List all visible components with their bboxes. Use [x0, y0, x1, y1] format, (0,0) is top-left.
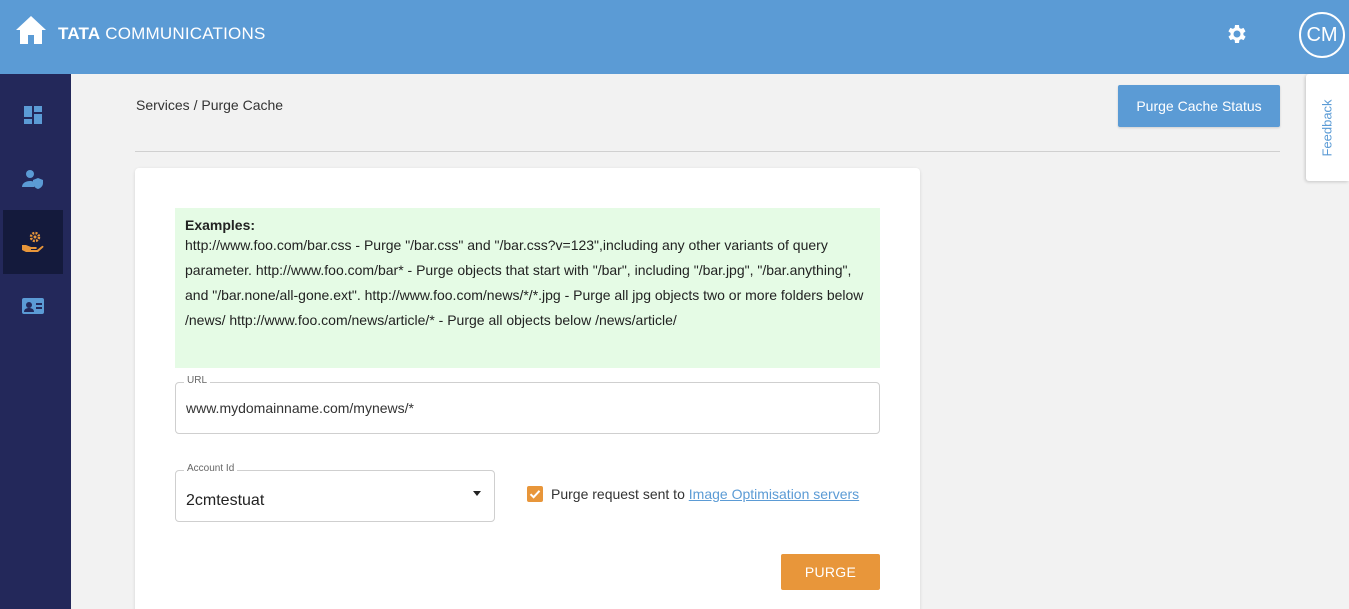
feedback-tab[interactable]: Feedback — [1306, 74, 1349, 181]
url-input-value[interactable]: www.mydomainname.com/mynews/* — [186, 400, 414, 416]
sidebar-item-dashboard[interactable] — [3, 83, 63, 147]
account-id-label: Account Id — [184, 463, 238, 474]
hand-gear-icon — [22, 231, 44, 252]
url-field[interactable]: URL www.mydomainname.com/mynews/* — [175, 375, 880, 434]
breadcrumb: Services / Purge Cache — [136, 97, 284, 113]
account-id-value: 2cmtestuat — [186, 492, 265, 509]
checkbox-label-text: Purge request sent to — [551, 486, 689, 502]
divider — [135, 151, 1280, 152]
contact-card-icon — [22, 298, 44, 314]
checkmark-icon — [529, 490, 541, 499]
checkbox-label: Purge request sent to Image Optimisation… — [551, 486, 859, 502]
examples-text: http://www.foo.com/bar.css - Purge "/bar… — [185, 237, 864, 328]
sidebar-item-services[interactable] — [3, 210, 63, 274]
examples-title: Examples: — [185, 217, 256, 233]
examples-box: Examples: http://www.foo.com/bar.css - P… — [175, 208, 880, 368]
brand-communications: COMMUNICATIONS — [105, 24, 266, 43]
image-optimisation-checkbox[interactable] — [527, 486, 543, 502]
dropdown-caret-icon[interactable] — [473, 491, 481, 496]
top-header: TATA COMMUNICATIONS CM — [0, 0, 1349, 74]
avatar[interactable]: CM — [1299, 12, 1345, 58]
purge-button[interactable]: PURGE — [781, 554, 880, 590]
purge-cache-status-button[interactable]: Purge Cache Status — [1118, 85, 1280, 127]
sidebar-item-contacts[interactable] — [3, 274, 63, 338]
home-icon[interactable] — [15, 14, 47, 46]
account-id-select[interactable]: Account Id 2cmtestuat — [175, 463, 495, 522]
feedback-label: Feedback — [1319, 99, 1335, 157]
user-shield-icon — [22, 170, 43, 189]
sidebar-item-user-access[interactable] — [3, 147, 63, 211]
brand-tata: TATA — [58, 24, 101, 43]
brand-logo: TATA COMMUNICATIONS — [58, 24, 265, 44]
purge-cache-card: Examples: http://www.foo.com/bar.css - P… — [135, 168, 920, 609]
image-optimisation-link[interactable]: Image Optimisation servers — [689, 486, 859, 502]
sidebar — [0, 74, 71, 609]
dashboard-icon — [24, 106, 42, 124]
url-label: URL — [184, 375, 211, 386]
gear-icon[interactable] — [1224, 22, 1248, 46]
